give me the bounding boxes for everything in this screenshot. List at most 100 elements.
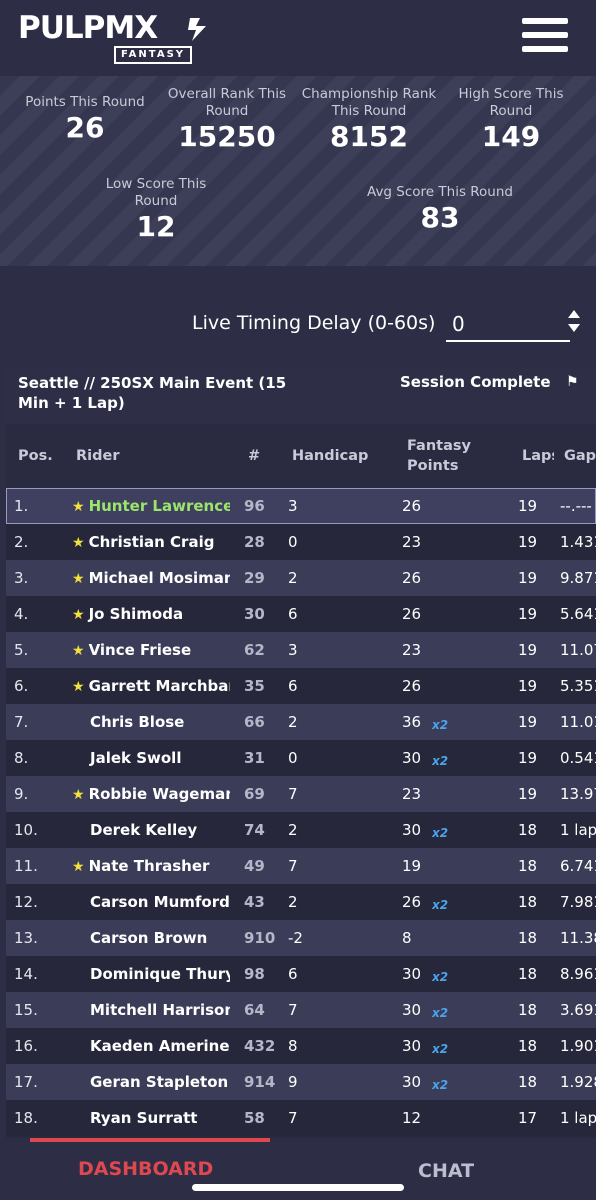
multiplier-badge: x2 [432, 1006, 449, 1020]
gap-value: 1.431 [560, 533, 596, 551]
stat-value: 8152 [330, 120, 408, 153]
rider-name[interactable]: Derek Kelley [72, 821, 230, 839]
col-fantasy-points[interactable]: Fantasy Points [407, 436, 487, 476]
position: 6. [14, 677, 29, 695]
rider-name[interactable]: ★Garrett Marchbanks [72, 677, 230, 696]
decrement-arrow-icon[interactable] [568, 324, 580, 332]
round-stats-panel: Points This Round 26 Overall Rank This R… [0, 76, 596, 266]
table-row[interactable]: 11. ★Nate Thrasher 49 7 19 18 6.741 [6, 848, 596, 884]
table-row[interactable]: 13. Carson Brown 910 -2 8 18 11.38 [6, 920, 596, 956]
gap-value: 1.928 [560, 1073, 596, 1091]
table-row[interactable]: 18. Ryan Surratt 58 7 12 17 1 lap [6, 1100, 596, 1136]
hamburger-menu-icon[interactable] [522, 18, 568, 56]
position: 18. [14, 1109, 38, 1127]
handicap-value: 0 [288, 749, 298, 767]
rider-name[interactable]: ★ Christian Craig [72, 533, 230, 552]
table-row[interactable]: 15. Mitchell Harrison 64 7 30 x2 18 3.691 [6, 992, 596, 1028]
rider-name[interactable]: ★ Nate Thrasher [72, 857, 230, 876]
stat-avg-score: Avg Score This Round 83 [350, 184, 530, 235]
table-row[interactable]: 17. Geran Stapleton 914 9 30 x2 18 1.928 [6, 1064, 596, 1100]
gap-value: 11.38 [560, 929, 596, 947]
fantasy-points-value: 8 [402, 929, 412, 947]
rider-name-text: Hunter Lawrence [88, 497, 230, 515]
rider-name[interactable]: Kaeden Amerine [72, 1037, 230, 1055]
handicap-value: -2 [288, 929, 303, 947]
stat-label: Points This Round [25, 94, 145, 110]
rider-number: 69 [244, 785, 265, 803]
rider-name[interactable]: Carson Mumford [72, 893, 230, 911]
position: 2. [14, 533, 29, 551]
laps-value: 18 [518, 965, 538, 983]
pulpmx-logo[interactable]: PULPMX FANTASY [18, 12, 206, 64]
rider-name[interactable]: ★ Robbie Wageman [72, 785, 230, 804]
home-indicator [192, 1184, 404, 1191]
col-rider[interactable]: Rider [76, 446, 120, 466]
position: 15. [14, 1001, 38, 1019]
stat-low-score: Low Score This Round 12 [98, 176, 214, 244]
col-number[interactable]: # [248, 446, 260, 466]
table-row[interactable]: 16. Kaeden Amerine 432 8 30 x2 18 1.901 [6, 1028, 596, 1064]
rider-name[interactable]: Mitchell Harrison [72, 1001, 230, 1019]
tab-dashboard[interactable]: DASHBOARD [78, 1158, 213, 1180]
rider-name-text: Nate Thrasher [88, 857, 210, 875]
position: 1. [14, 497, 29, 515]
rider-name[interactable]: Carson Brown [72, 929, 230, 947]
increment-arrow-icon[interactable] [568, 310, 580, 318]
handicap-value: 3 [288, 497, 298, 515]
table-row[interactable]: 5. ★Vince Friese 62 3 23 19 11.07 [6, 632, 596, 668]
rider-name-text: Vince Friese [88, 641, 192, 659]
table-row[interactable]: 2. ★Christian Craig 28 0 23 19 1.431 [6, 524, 596, 560]
col-handicap[interactable]: Handicap [292, 446, 368, 466]
multiplier-badge: x2 [432, 1042, 449, 1056]
table-row[interactable]: 4. ★Jo Shimoda 30 6 26 19 5.641 [6, 596, 596, 632]
fantasy-points-value: 26 [402, 497, 422, 515]
table-row[interactable]: 14. Dominique Thury 98 6 30 x2 18 8.961 [6, 956, 596, 992]
rider-name[interactable]: Geran Stapleton [72, 1073, 230, 1091]
fantasy-points-value: 30 [402, 821, 422, 839]
handicap-value: 7 [288, 1001, 298, 1019]
col-gap[interactable]: Gap [564, 446, 596, 466]
gap-value: 1 lap [560, 1109, 596, 1127]
table-row[interactable]: 8. Jalek Swoll 31 0 30 x2 19 0.541 [6, 740, 596, 776]
table-row[interactable]: 10. Derek Kelley 74 2 30 x2 18 1 lap [6, 812, 596, 848]
delay-stepper[interactable] [562, 306, 586, 342]
gap-value: 6.741 [560, 857, 596, 875]
gap-value: 5.351 [560, 677, 596, 695]
rider-name[interactable]: ★ Jo Shimoda [72, 605, 230, 624]
rider-name-text: Ryan Surratt [90, 1109, 198, 1127]
rider-name[interactable]: ★ Vince Friese [72, 641, 230, 660]
rider-name-text: Carson Brown [90, 929, 208, 947]
fantasy-points-value: 36 [402, 713, 422, 731]
star-icon: ★ [72, 535, 85, 551]
table-row[interactable]: 3. ★Michael Mosiman 29 2 26 19 9.871 [6, 560, 596, 596]
table-row[interactable]: 6. ★Garrett Marchbanks 35 6 26 19 5.351 [6, 668, 596, 704]
rider-name[interactable]: Jalek Swoll [72, 749, 230, 767]
event-header: Seattle // 250SX Main Event (15 Min + 1 … [6, 362, 596, 424]
rider-name[interactable]: Dominique Thury [72, 965, 230, 983]
table-row[interactable]: 7. Chris Blose 66 2 36 x2 19 11.01 [6, 704, 596, 740]
multiplier-badge: x2 [432, 970, 449, 984]
rider-name[interactable]: ★ Michael Mosiman [72, 569, 230, 588]
rider-name[interactable]: Chris Blose [72, 713, 230, 731]
handicap-value: 9 [288, 1073, 298, 1091]
col-laps[interactable]: Laps [522, 446, 554, 466]
position: 7. [14, 713, 29, 731]
rider-number: 914 [244, 1073, 276, 1091]
fantasy-points-value: 26 [402, 893, 422, 911]
fantasy-points-value: 30 [402, 965, 422, 983]
stat-high-score: High Score This Round 149 [452, 86, 570, 154]
gap-value: 8.961 [560, 965, 596, 983]
rider-name[interactable]: Ryan Surratt [72, 1109, 230, 1127]
col-pos[interactable]: Pos. [18, 446, 53, 466]
laps-value: 18 [518, 893, 538, 911]
laps-value: 19 [518, 497, 538, 515]
fantasy-points-value: 30 [402, 749, 422, 767]
table-row[interactable]: 9. ★Robbie Wageman 69 7 23 19 13.97 [6, 776, 596, 812]
rider-name[interactable]: ★ Hunter Lawrence [72, 497, 230, 516]
laps-value: 18 [518, 1001, 538, 1019]
table-row[interactable]: 1. ★ Hunter Lawrence 96 3 26 19 --.--- [6, 488, 596, 524]
handicap-value: 2 [288, 569, 298, 587]
table-row[interactable]: 12. Carson Mumford 43 2 26 x2 18 7.981 [6, 884, 596, 920]
tab-chat[interactable]: CHAT [418, 1160, 474, 1182]
delay-input[interactable] [446, 308, 570, 342]
